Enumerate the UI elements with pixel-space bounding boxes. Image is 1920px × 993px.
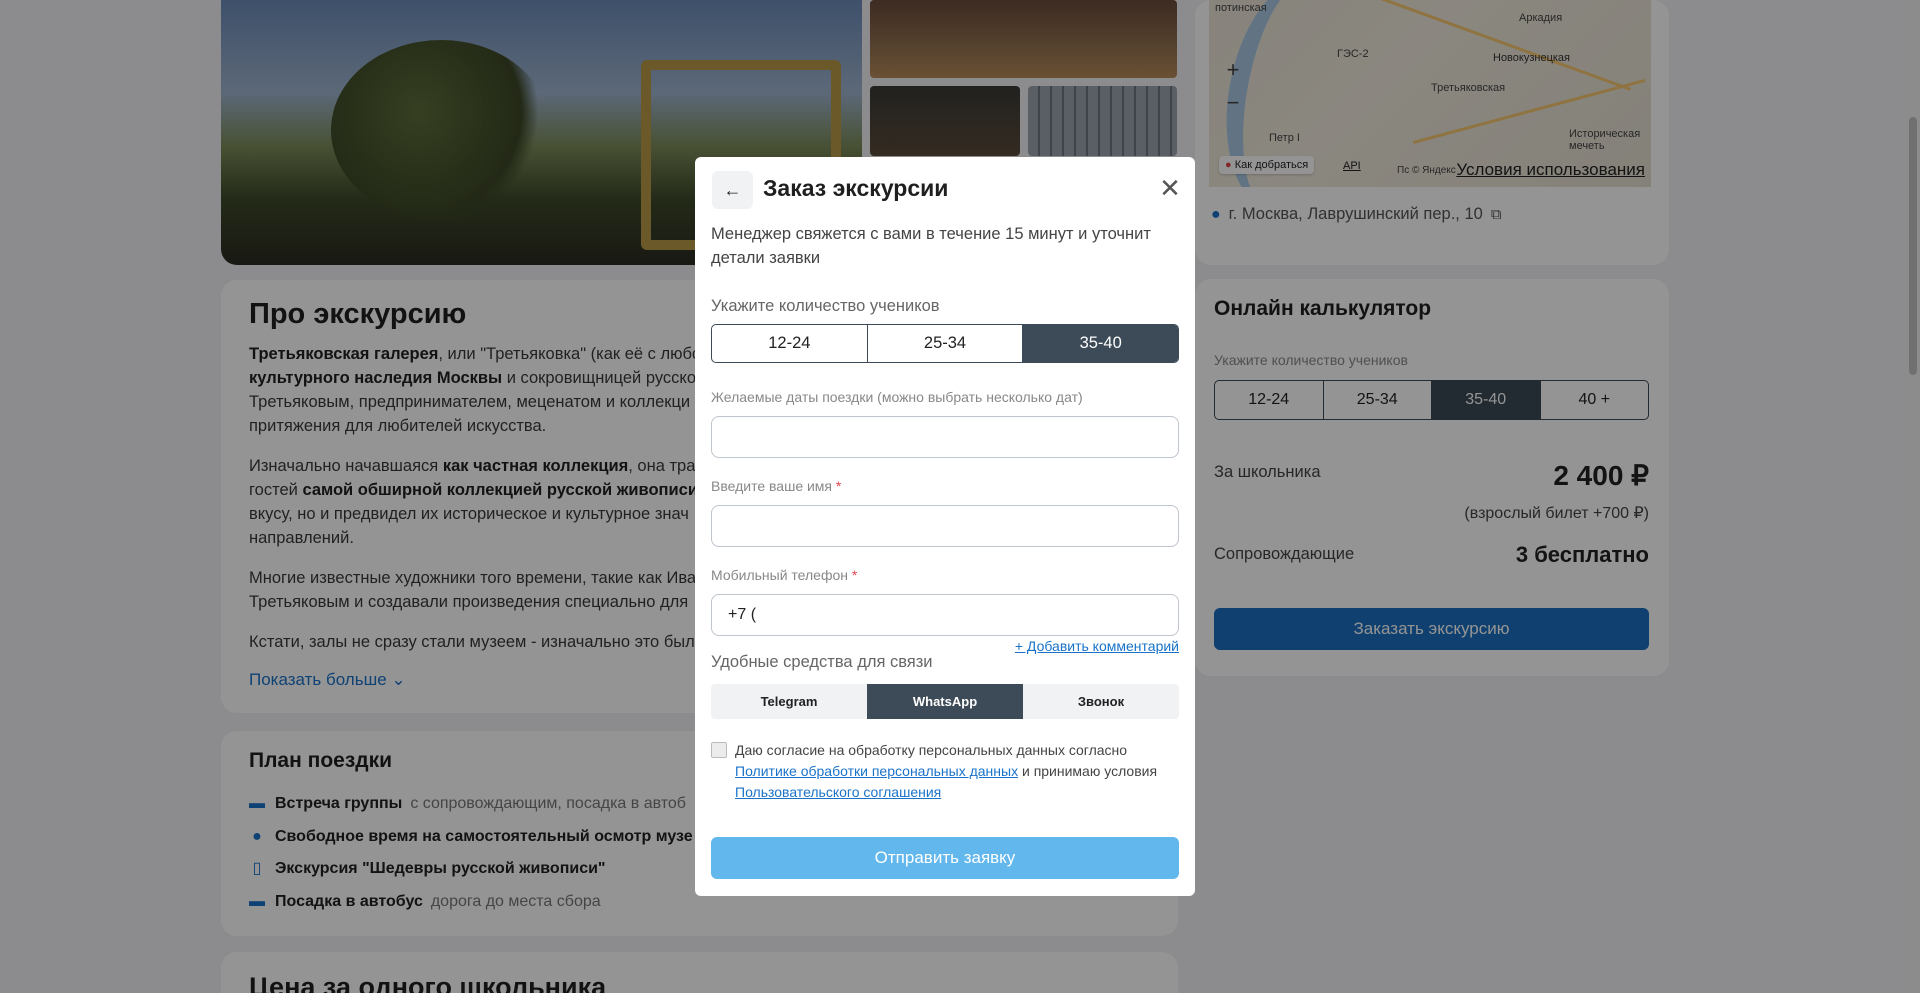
arrow-left-icon: ← bbox=[723, 179, 742, 200]
submit-request-button[interactable]: Отправить заявку bbox=[711, 837, 1179, 879]
contact-option-telegram[interactable]: Telegram bbox=[711, 684, 867, 719]
students-count-label: Укажите количество учеников bbox=[711, 297, 940, 315]
user-agreement-link[interactable]: Пользовательского соглашения bbox=[735, 784, 941, 800]
required-mark: * bbox=[835, 478, 842, 494]
required-mark: * bbox=[851, 567, 858, 583]
name-label: Введите ваше имя * bbox=[711, 478, 842, 494]
modal-title: Заказ экскурсии bbox=[763, 175, 949, 201]
modal-description: Менеджер свяжется с вами в течение 15 ми… bbox=[711, 225, 1151, 267]
dates-label: Желаемые даты поездки (можно выбрать нес… bbox=[711, 389, 1083, 405]
consent-text: Даю согласие на обработку персональных д… bbox=[735, 742, 1158, 800]
students-option-12-24[interactable]: 12-24 bbox=[712, 325, 868, 362]
contact-option-whatsapp[interactable]: WhatsApp bbox=[867, 684, 1023, 719]
close-icon[interactable]: ✕ bbox=[1157, 175, 1183, 201]
dates-input[interactable] bbox=[711, 416, 1179, 458]
privacy-policy-link[interactable]: Политике обработки персональных данных bbox=[735, 763, 1018, 779]
name-input[interactable] bbox=[711, 505, 1179, 547]
order-excursion-modal: ← Заказ экскурсии ✕ Менеджер свяжется с … bbox=[695, 157, 1195, 896]
phone-label: Мобильный телефон * bbox=[711, 567, 858, 583]
contact-method-selector: Telegram WhatsApp Звонок bbox=[711, 684, 1179, 719]
consent-row: Даю согласие на обработку персональных д… bbox=[711, 740, 1179, 803]
contact-method-label: Удобные средства для связи bbox=[711, 653, 933, 671]
back-button[interactable]: ← bbox=[712, 171, 753, 209]
add-comment-link[interactable]: + Добавить комментарий bbox=[1015, 638, 1179, 654]
students-count-selector: 12-24 25-34 35-40 bbox=[711, 324, 1179, 363]
students-option-25-34[interactable]: 25-34 bbox=[868, 325, 1024, 362]
consent-checkbox[interactable] bbox=[711, 742, 727, 758]
contact-option-call[interactable]: Звонок bbox=[1023, 684, 1179, 719]
phone-input[interactable]: +7 ( bbox=[711, 594, 1179, 636]
students-option-35-40[interactable]: 35-40 bbox=[1023, 325, 1178, 362]
